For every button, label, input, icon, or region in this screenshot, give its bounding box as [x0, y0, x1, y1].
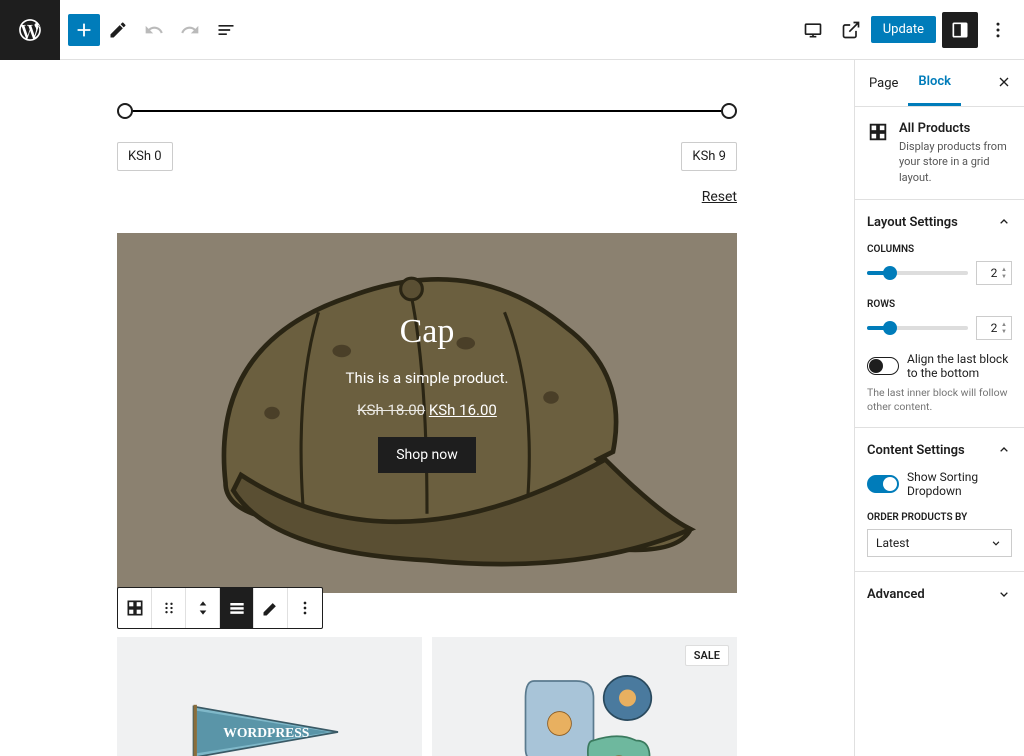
content-settings-label: Content Settings	[867, 443, 965, 458]
settings-sidebar: Page Block All Products Display products…	[854, 60, 1024, 756]
show-sorting-label: Show Sorting Dropdown	[907, 470, 1012, 498]
product-image: WORDPRESS	[117, 637, 422, 756]
layout-settings-label: Layout Settings	[867, 215, 958, 230]
edit-icon[interactable]	[254, 588, 288, 628]
align-icon[interactable]	[220, 588, 254, 628]
align-last-label: Align the last block to the bottom	[907, 352, 1012, 380]
product-card[interactable]: SALE Logo Collection KSh 18.00 — KSh 45.…	[432, 637, 737, 756]
featured-product-block[interactable]: Cap This is a simple product. KSh 18.00 …	[117, 233, 737, 593]
list-view-icon[interactable]	[208, 12, 244, 48]
update-button[interactable]: Update	[871, 16, 936, 43]
layout-settings-toggle[interactable]: Layout Settings	[867, 214, 1012, 230]
block-more-icon[interactable]	[288, 588, 322, 628]
featured-title: Cap	[137, 313, 717, 351]
edit-mode-icon[interactable]	[100, 12, 136, 48]
product-grid: WORDPRESS WordPress Pennant KSh 11.05 Bu…	[117, 637, 737, 756]
order-by-value: Latest	[876, 536, 909, 550]
shop-now-button[interactable]: Shop now	[378, 437, 476, 473]
chevron-down-icon	[996, 586, 1012, 602]
chevron-down-icon	[989, 536, 1003, 550]
grid-icon	[867, 121, 889, 143]
drag-handle-icon[interactable]	[152, 588, 186, 628]
device-preview-icon[interactable]	[795, 12, 831, 48]
show-sorting-toggle[interactable]	[867, 475, 899, 493]
redo-icon[interactable]	[172, 12, 208, 48]
tab-page[interactable]: Page	[859, 62, 908, 105]
price-filter: KSh 0 KSh 9 Reset	[117, 60, 737, 215]
order-by-select[interactable]: Latest	[867, 529, 1012, 557]
more-options-icon[interactable]	[980, 12, 1016, 48]
align-last-help: The last inner block will follow other c…	[867, 386, 1012, 413]
advanced-label: Advanced	[867, 587, 925, 602]
chevron-up-icon	[996, 442, 1012, 458]
rows-label: Rows	[867, 299, 1012, 310]
rows-slider[interactable]	[867, 326, 968, 330]
new-price: KSh 16.00	[429, 401, 497, 419]
block-toolbar	[117, 587, 323, 629]
chevron-up-icon	[996, 214, 1012, 230]
featured-price: KSh 18.00 KSh 16.00	[137, 401, 717, 419]
block-type-icon[interactable]	[118, 588, 152, 628]
order-by-label: Order Products By	[867, 512, 1012, 523]
price-max-label: KSh 9	[681, 142, 737, 171]
columns-label: Columns	[867, 244, 1012, 255]
advanced-toggle[interactable]: Advanced	[867, 586, 1012, 602]
old-price: KSh 18.00	[357, 401, 425, 419]
sale-badge: SALE	[685, 645, 729, 666]
columns-input[interactable]: 2▲▼	[976, 261, 1012, 285]
block-description: Display products from your store in a gr…	[899, 139, 1012, 185]
align-last-toggle[interactable]	[867, 357, 899, 375]
product-image: SALE	[432, 637, 737, 756]
add-block-button[interactable]	[68, 14, 100, 46]
slider-handle-max[interactable]	[721, 103, 737, 119]
close-sidebar-icon[interactable]	[988, 66, 1020, 101]
wordpress-logo[interactable]	[0, 0, 60, 60]
reset-link[interactable]: Reset	[117, 189, 737, 205]
slider-handle-min[interactable]	[117, 103, 133, 119]
columns-slider[interactable]	[867, 271, 968, 275]
move-up-down-icon[interactable]	[186, 588, 220, 628]
settings-toggle[interactable]	[942, 12, 978, 48]
price-slider-track[interactable]	[125, 110, 729, 112]
tab-block[interactable]: Block	[908, 60, 961, 106]
rows-input[interactable]: 2▲▼	[976, 316, 1012, 340]
block-name: All Products	[899, 121, 1012, 136]
undo-icon[interactable]	[136, 12, 172, 48]
price-min-label: KSh 0	[117, 142, 173, 171]
product-card[interactable]: WORDPRESS WordPress Pennant KSh 11.05 Bu…	[117, 637, 422, 756]
content-settings-toggle[interactable]: Content Settings	[867, 442, 1012, 458]
featured-description: This is a simple product.	[137, 369, 717, 387]
external-preview-icon[interactable]	[833, 12, 869, 48]
svg-text:WORDPRESS: WORDPRESS	[223, 725, 309, 740]
